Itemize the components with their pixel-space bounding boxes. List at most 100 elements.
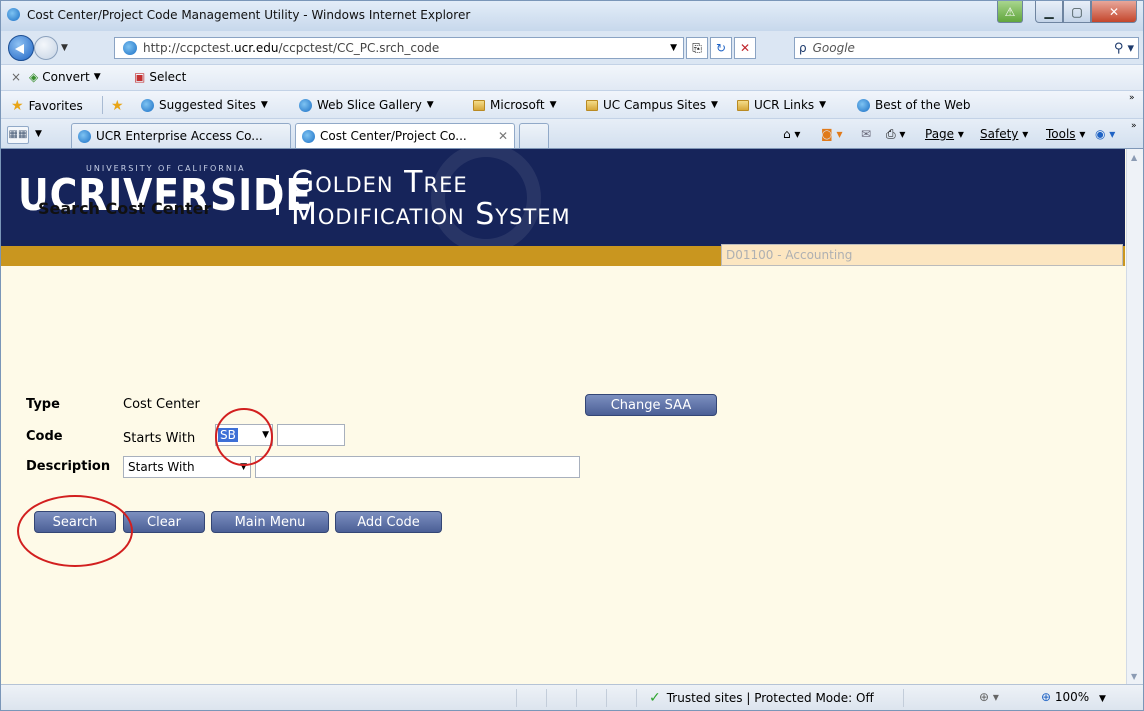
url-domain: ucr.edu [234, 41, 279, 55]
refresh-icon[interactable]: ↻ [710, 37, 732, 59]
safety-menu[interactable]: Safety ▾ [980, 127, 1028, 141]
favorites-bar: ★ Favorites ★ Suggested Sites ▼ Web Slice… [1, 90, 1143, 118]
annotation-circle-search [17, 495, 133, 567]
search-provider-icon: ρ [799, 41, 807, 55]
add-to-favorites-button[interactable]: ★ [111, 98, 124, 114]
favorites-button[interactable]: ★ Favorites [11, 98, 83, 114]
code-input[interactable] [277, 424, 345, 446]
compatibility-icon[interactable]: ⚠ [997, 1, 1023, 23]
page-title: Search Cost Center [38, 199, 212, 218]
window-controls: ⚠ ▁ ▢ ✕ [997, 1, 1137, 23]
system-title-line1: Golden Tree [291, 165, 468, 200]
pdf-select-icon: ▣ [134, 70, 146, 84]
folder-icon [473, 99, 485, 111]
ie-logo-icon [7, 8, 20, 21]
more-favorites-icon[interactable]: » [1129, 93, 1135, 103]
ie-icon [299, 98, 312, 112]
favorite-best-of-the-web[interactable]: Best of the Web [857, 98, 970, 112]
security-zone[interactable]: ✓ Trusted sites | Protected Mode: Off [649, 690, 874, 706]
search-icon[interactable]: ⚲ ▾ [1114, 41, 1134, 56]
convert-icon: ◈ [29, 70, 39, 84]
read-mail-icon[interactable]: ✉ [861, 127, 871, 141]
scroll-down-icon[interactable]: ▼ [1131, 672, 1137, 681]
chevron-down-icon: ▼ [1099, 694, 1106, 704]
close-button[interactable]: ✕ [1091, 1, 1137, 23]
clear-button[interactable]: Clear [123, 511, 205, 533]
page-menu[interactable]: Page ▾ [925, 127, 964, 141]
safety-menu-label: Safety [980, 127, 1019, 141]
chevron-down-icon: ▼ [549, 100, 557, 110]
page-menu-label: Page [925, 127, 955, 141]
toolbar-close-icon[interactable]: × [11, 70, 21, 84]
convert-label: Convert [42, 70, 90, 84]
zoom-control[interactable]: ⊕ 100% ▼ [1041, 690, 1106, 704]
fav-label-6: Best of the Web [875, 98, 971, 112]
maximize-button[interactable]: ▢ [1063, 1, 1091, 23]
ie-icon [141, 98, 154, 112]
folder-icon [737, 99, 749, 111]
description-input[interactable] [255, 456, 580, 478]
compatibility-view-icon[interactable]: ⎘ [686, 37, 708, 59]
tab-bar: ▦▦ ▼ UCR Enterprise Access Co... Cost Ce… [1, 118, 1143, 148]
stop-icon[interactable]: ✕ [734, 37, 756, 59]
search-input[interactable]: Google [813, 41, 855, 55]
tab-cost-center[interactable]: Cost Center/Project Co... ✕ [295, 123, 515, 148]
page-favicon-icon [123, 41, 137, 55]
vertical-scrollbar[interactable]: ▲ ▼ [1126, 149, 1143, 684]
tab-label-1: UCR Enterprise Access Co... [96, 129, 263, 143]
forward-button[interactable] [34, 36, 58, 60]
window-title: Cost Center/Project Code Management Util… [27, 8, 471, 22]
description-select-value: Starts With [128, 460, 195, 474]
zoom-icon: ⊕ [1041, 690, 1052, 704]
address-row: ▼ http://ccpctest.ucr.edu/ccpctest/CC_PC… [1, 32, 1143, 64]
add-code-button[interactable]: Add Code [335, 511, 442, 533]
change-saa-button[interactable]: Change SAA [585, 394, 717, 416]
fav-label-3: Microsoft [490, 98, 545, 112]
url-prefix: http://ccpctest. [143, 41, 235, 55]
favorite-suggested-sites[interactable]: Suggested Sites ▼ [141, 98, 268, 112]
address-bar[interactable]: http://ccpctest.ucr.edu/ccpctest/CC_PC.s… [114, 37, 684, 59]
more-commands-icon[interactable]: » [1131, 121, 1137, 131]
main-menu-button[interactable]: Main Menu [211, 511, 329, 533]
feeds-icon[interactable]: ◙ ▾ [821, 127, 842, 141]
select-label: Select [149, 70, 187, 84]
history-dropdown-icon[interactable]: ▼ [61, 43, 68, 53]
address-dropdown-icon[interactable]: ▼ [670, 43, 677, 53]
status-bar: ✓ Trusted sites | Protected Mode: Off ⊕ … [1, 684, 1143, 710]
page-viewport: UNIVERSITY OF CALIFORNIA UCRIVERSIDE Gol… [1, 148, 1143, 684]
close-tab-icon[interactable]: ✕ [498, 129, 508, 143]
title-bar: Cost Center/Project Code Management Util… [1, 1, 1143, 31]
print-icon[interactable]: ⎙ ▾ [886, 127, 905, 142]
help-icon[interactable]: ◉ ▾ [1095, 127, 1115, 141]
search-box[interactable]: ρ Google ⚲ ▾ [794, 37, 1139, 59]
favorite-ucr-links[interactable]: UCR Links ▼ [737, 98, 826, 112]
chevron-down-icon: ▼ [710, 100, 718, 110]
chevron-down-icon: ▼ [260, 100, 268, 110]
code-label: Code [26, 429, 63, 444]
ie-icon [857, 98, 870, 112]
favorites-label: Favorites [28, 99, 83, 113]
tools-menu-label: Tools [1046, 127, 1076, 141]
favorite-web-slice-gallery[interactable]: Web Slice Gallery ▼ [299, 98, 434, 112]
quick-tabs-icon[interactable]: ▦▦ [7, 126, 29, 144]
protected-mode-icon[interactable]: ⊕ ▾ [979, 690, 999, 704]
scroll-up-icon[interactable]: ▲ [1131, 153, 1137, 162]
favorite-uc-campus-sites[interactable]: UC Campus Sites ▼ [586, 98, 718, 112]
annotation-circle-code-select [215, 408, 273, 466]
minimize-button[interactable]: ▁ [1035, 1, 1063, 23]
tools-menu[interactable]: Tools ▾ [1046, 127, 1085, 141]
tab-ucr-enterprise-access[interactable]: UCR Enterprise Access Co... [71, 123, 291, 148]
checkmark-icon: ✓ [649, 690, 661, 706]
ucr-banner: UNIVERSITY OF CALIFORNIA UCRIVERSIDE Gol… [1, 149, 1125, 246]
logo-divider [276, 175, 279, 215]
home-icon[interactable]: ⌂ ▾ [783, 127, 800, 141]
chevron-down-icon: ▼ [93, 72, 101, 82]
tab-list-dropdown-icon[interactable]: ▼ [35, 129, 42, 139]
convert-menu[interactable]: ◈ Convert ▼ [29, 70, 101, 84]
favorite-microsoft[interactable]: Microsoft ▼ [473, 98, 557, 112]
toolbar-divider [102, 96, 103, 114]
back-button[interactable] [8, 35, 34, 61]
new-tab-button[interactable] [519, 123, 549, 148]
select-tool[interactable]: ▣ Select [134, 70, 186, 84]
fav-label-4: UC Campus Sites [603, 98, 706, 112]
